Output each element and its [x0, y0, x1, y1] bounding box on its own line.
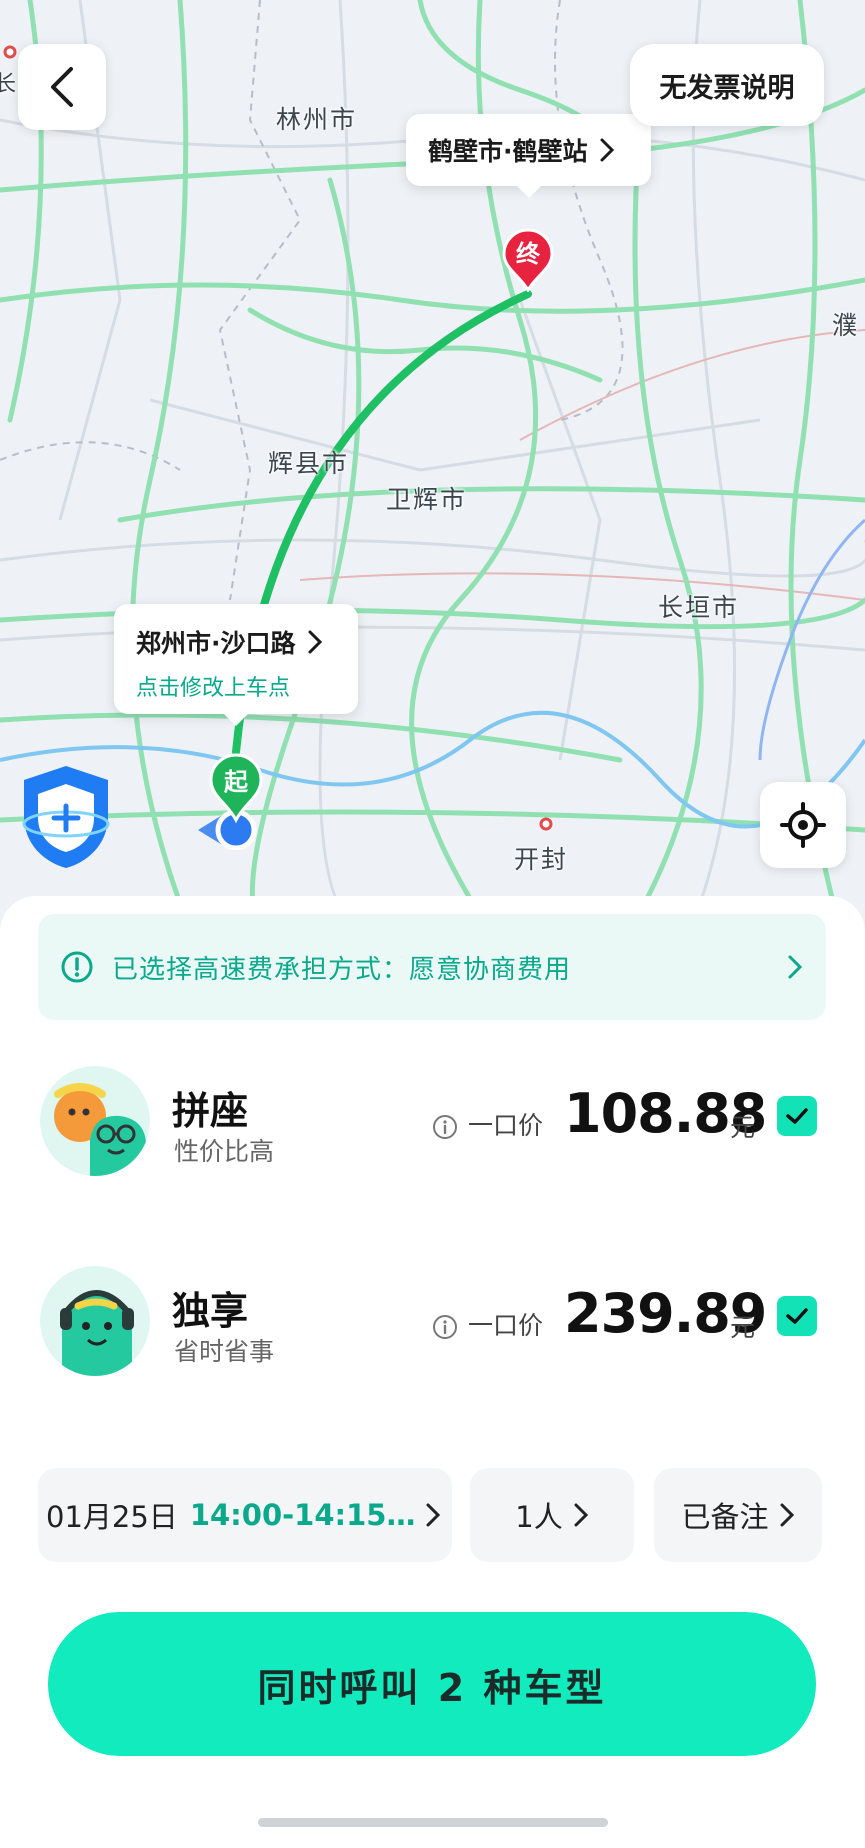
city-label-changyuan: 长垣市	[658, 593, 740, 622]
price-unit: 元	[730, 1313, 756, 1342]
chevron-right-icon	[308, 630, 322, 654]
city-label-kaifeng: 开封	[514, 845, 569, 874]
city-label-linzhou: 林州市	[276, 105, 358, 134]
destination-pin[interactable]: 终	[502, 228, 554, 294]
solo-avatar-icon	[40, 1266, 150, 1376]
ride-option-pool[interactable]: 拼座 性价比高 一口价 108.88 元	[40, 1066, 830, 1186]
origin-pin[interactable]: 起	[208, 752, 264, 824]
toll-notice-text: 已选择高速费承担方式：愿意协商费用	[112, 954, 572, 985]
origin-label: 郑州市·沙口路	[136, 629, 296, 658]
departure-date: 01月25日	[46, 1500, 178, 1534]
chevron-right-icon	[600, 138, 614, 162]
alert-circle-icon	[61, 951, 93, 983]
destination-pin-label: 终	[516, 240, 540, 268]
city-label-weihui: 卫辉市	[386, 485, 468, 514]
city-label-huixian: 辉县市	[268, 449, 350, 478]
call-both-button[interactable]: 同时呼叫 2 种车型	[48, 1612, 816, 1756]
origin-bubble[interactable]: 郑州市·沙口路 点击修改上车点	[114, 604, 358, 726]
price-label: 一口价	[468, 1111, 544, 1140]
chevron-right-icon	[780, 1503, 794, 1527]
note-status: 已备注	[681, 1500, 769, 1534]
destination-bubble[interactable]: 鹤壁市·鹤壁站	[406, 114, 651, 198]
map-view[interactable]: 林州市 辉县市 卫辉市 长垣市 开封 濮 长治 鹤壁市·鹤壁站 终 郑州市·沙口…	[0, 0, 865, 930]
departure-time-range: 14:00-14:15…	[189, 1498, 416, 1532]
origin-pin-label: 起	[224, 768, 248, 796]
locate-button[interactable]	[760, 782, 846, 868]
city-label-pu: 濮	[832, 311, 860, 340]
crosshair-icon	[780, 802, 826, 848]
info-icon[interactable]	[432, 1114, 458, 1140]
invoice-info-button[interactable]: 无发票说明	[630, 44, 824, 126]
bottom-panel: 已选择高速费承担方式：愿意协商费用 拼座 性价比高 一口价 108.88 元 独…	[0, 896, 865, 1848]
pool-avatar-icon	[40, 1066, 150, 1176]
option-subtitle: 性价比高	[174, 1137, 275, 1166]
origin-edit-hint[interactable]: 点击修改上车点	[136, 670, 336, 702]
option-checkbox[interactable]	[777, 1296, 817, 1336]
option-checkbox[interactable]	[777, 1096, 817, 1136]
info-icon[interactable]	[432, 1314, 458, 1340]
chevron-left-icon	[51, 67, 73, 107]
ride-option-solo[interactable]: 独享 省时省事 一口价 239.89 元	[40, 1266, 830, 1386]
price-label: 一口价	[468, 1311, 544, 1340]
back-button[interactable]	[18, 44, 106, 130]
check-icon	[786, 1108, 808, 1124]
note-chip[interactable]: 已备注	[654, 1468, 822, 1562]
option-name: 独享	[172, 1289, 249, 1333]
check-icon	[786, 1308, 808, 1324]
price-unit: 元	[730, 1113, 756, 1142]
chevron-right-icon	[426, 1503, 441, 1527]
destination-label: 鹤壁市·鹤壁站	[428, 137, 588, 166]
chevron-right-icon	[574, 1503, 588, 1527]
safety-shield-button[interactable]	[18, 762, 114, 872]
option-subtitle: 省时省事	[174, 1337, 275, 1366]
passenger-count: 1人	[515, 1500, 563, 1534]
chevron-right-icon	[788, 955, 803, 979]
toll-notice-banner[interactable]: 已选择高速费承担方式：愿意协商费用	[38, 914, 826, 1020]
home-indicator[interactable]	[258, 1818, 608, 1827]
option-name: 拼座	[172, 1089, 249, 1133]
passenger-count-chip[interactable]: 1人	[470, 1468, 634, 1562]
shield-icon	[22, 766, 110, 868]
departure-time-chip[interactable]: 01月25日 14:00-14:15…	[38, 1468, 452, 1562]
